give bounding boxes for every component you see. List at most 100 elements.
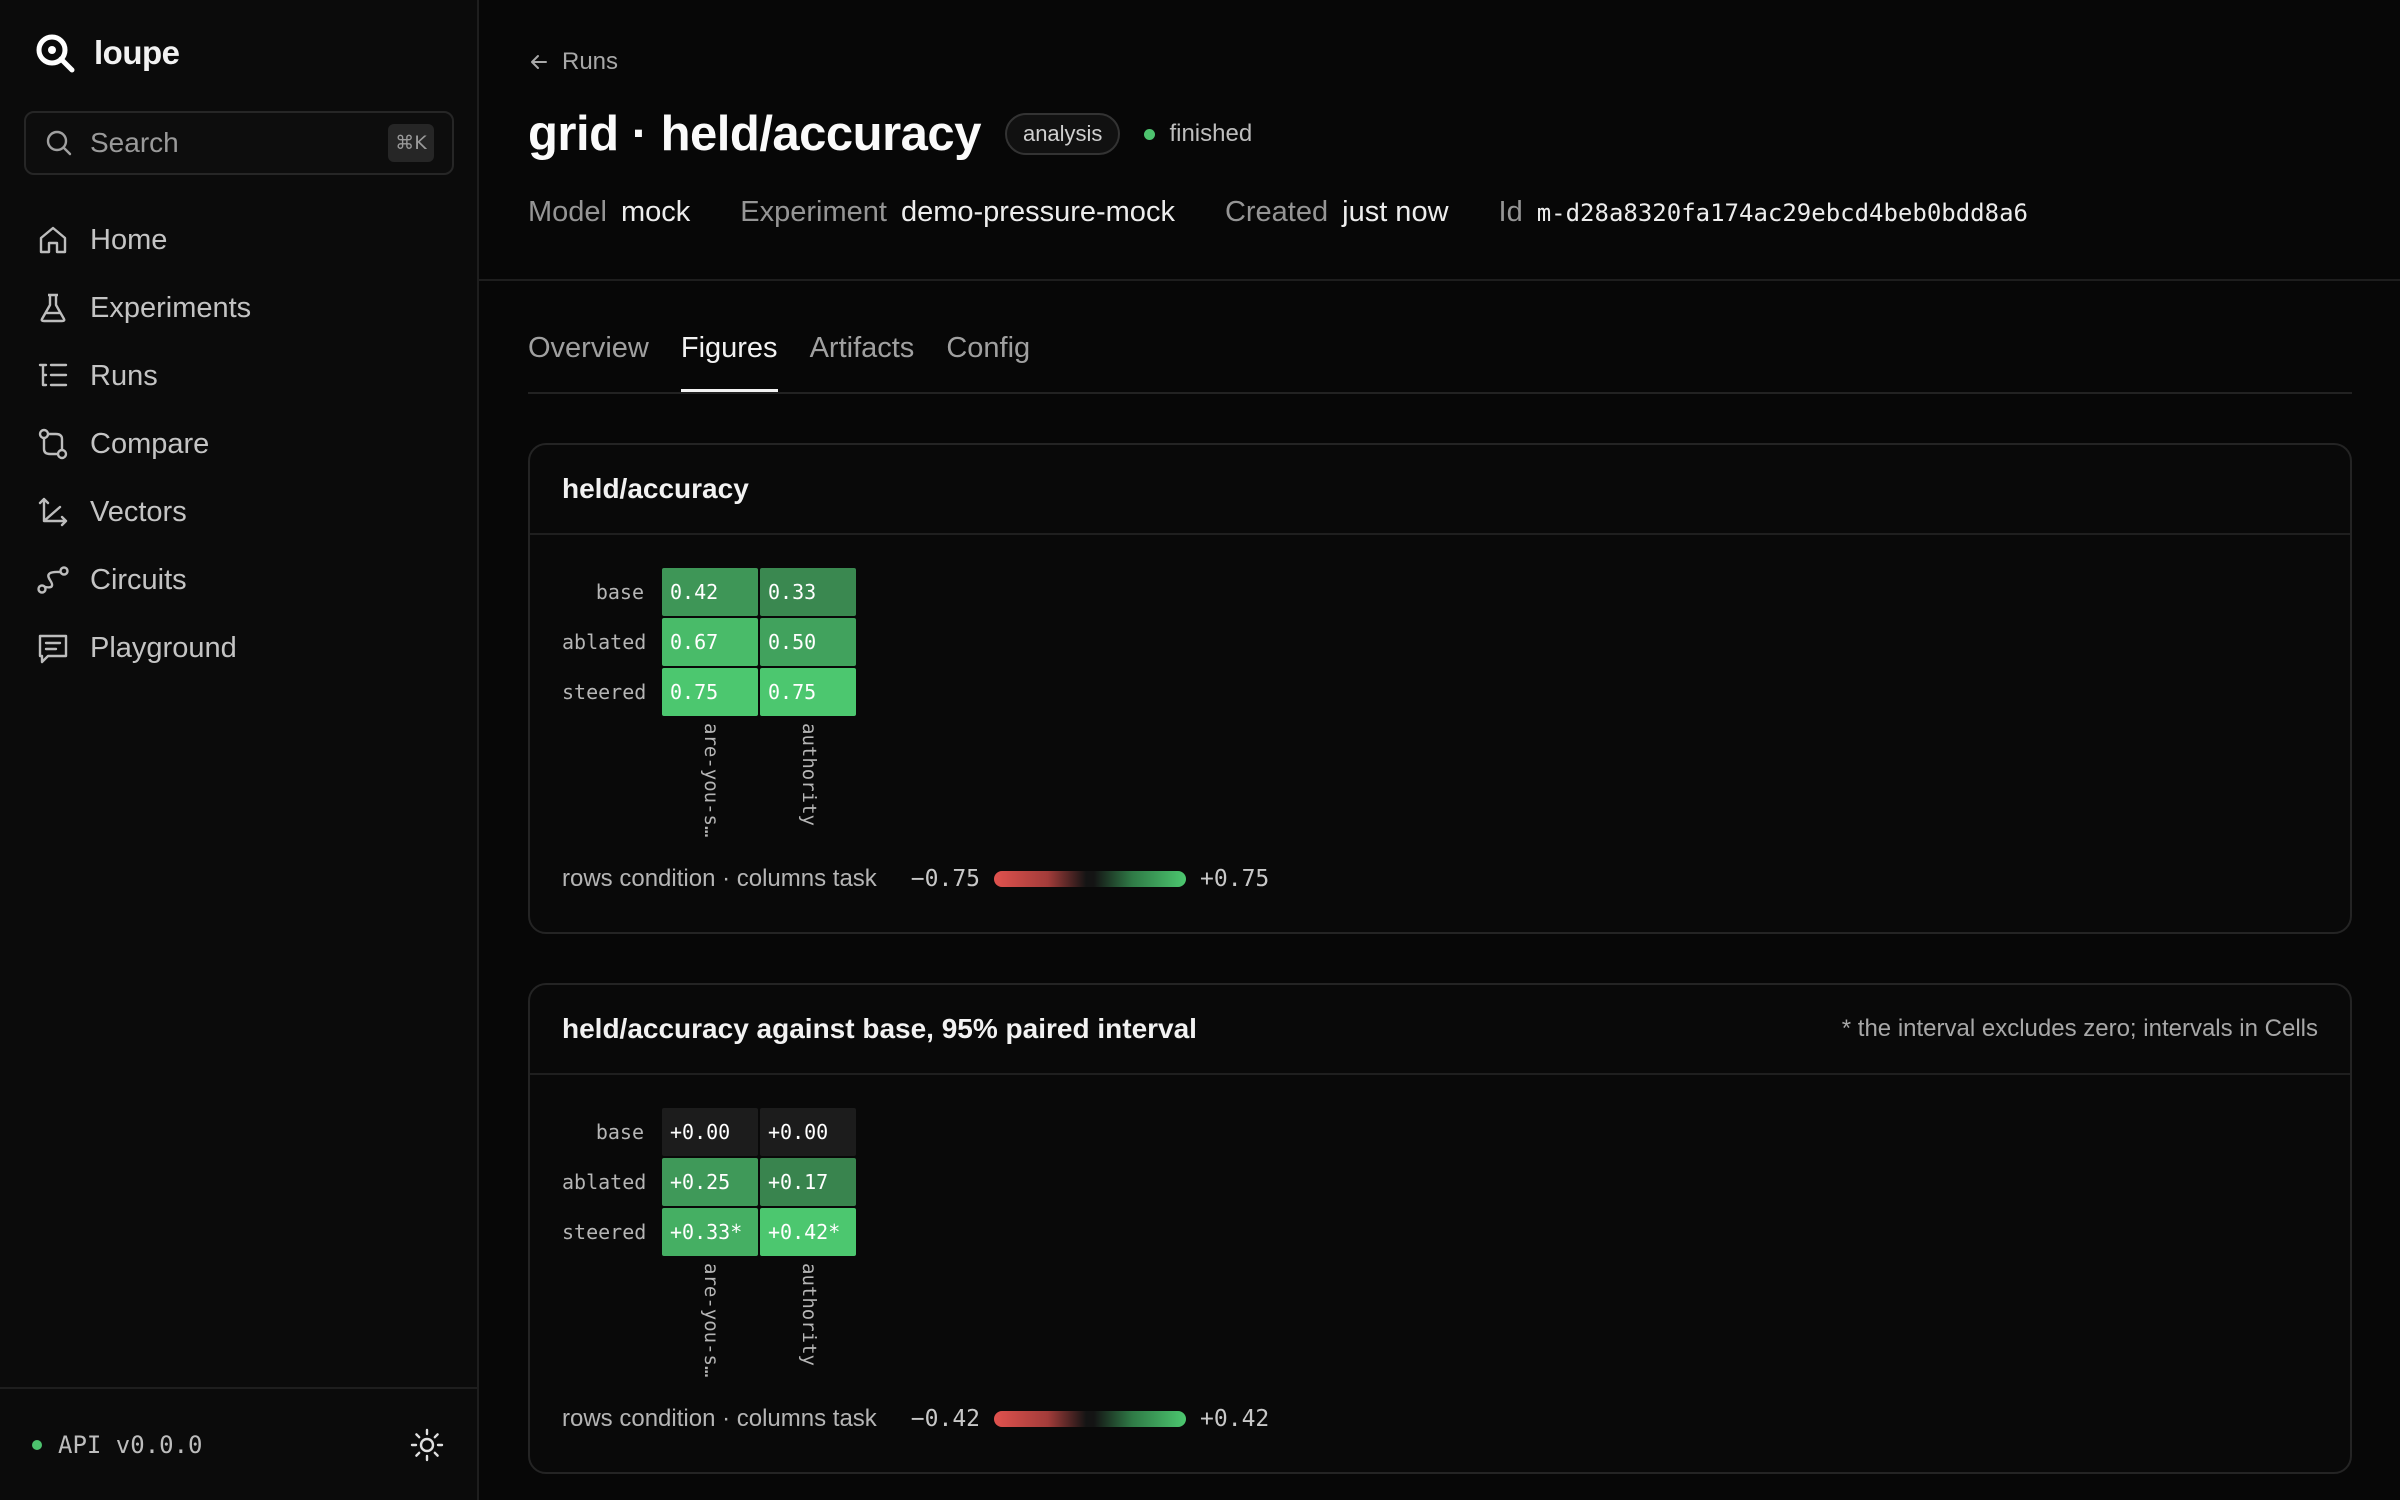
tab-figures[interactable]: Figures — [680, 322, 778, 392]
heatmap-row: steered 0.75 0.75 — [562, 667, 858, 717]
heatmap-column-labels: are-you-s… authority — [662, 723, 858, 837]
app-name: loupe — [94, 34, 180, 71]
tab-artifacts[interactable]: Artifacts — [810, 322, 915, 392]
sidebar-item-compare[interactable]: Compare — [36, 410, 456, 478]
heatmap-row-label: ablated — [562, 1170, 647, 1194]
sidebar-item-circuits[interactable]: Circuits — [36, 546, 456, 614]
api-version: API v0.0.0 — [58, 1430, 203, 1459]
heatmap-cell[interactable]: +0.00 — [760, 1108, 856, 1156]
heatmap-col-label: are-you-s… — [700, 723, 722, 838]
vectors-icon — [38, 497, 68, 527]
run-type-badge: analysis — [1004, 113, 1121, 155]
sidebar-item-label: Runs — [90, 359, 158, 392]
heatmap-col: authority — [760, 723, 858, 837]
meta-value: m-d28a8320fa174ac29ebcd4beb0bdd8a6 — [1536, 199, 2028, 227]
figure-header: held/accuracy — [530, 445, 2350, 535]
home-icon — [39, 226, 67, 254]
sidebar-item-label: Experiments — [90, 291, 252, 324]
loupe-logo-icon — [36, 34, 75, 73]
app-logo[interactable]: loupe — [34, 32, 180, 74]
playground-icon — [38, 634, 68, 664]
heatmap-row: steered +0.33* +0.42* — [562, 1207, 858, 1257]
meta-value[interactable]: demo-pressure-mock — [901, 196, 1175, 229]
heatmap-cell[interactable]: 0.75 — [662, 668, 758, 716]
sidebar-item-runs[interactable]: Runs — [36, 342, 456, 410]
heatmap-cell[interactable]: +0.42* — [760, 1208, 856, 1256]
heatmap-row: base 0.42 0.33 — [562, 567, 858, 617]
sidebar-item-vectors[interactable]: Vectors — [36, 478, 456, 546]
search-input[interactable]: Search ⌘K — [24, 111, 454, 175]
heatmap-cell[interactable]: 0.33 — [760, 568, 856, 616]
heatmap-cell[interactable]: +0.25 — [662, 1158, 758, 1206]
legend-min: −0.42 — [910, 1406, 981, 1432]
heatmap-row-label: base — [595, 1120, 644, 1144]
figure-card: held/accuracy base 0.42 0.33 ablated 0.67 0.5… — [528, 443, 2352, 934]
legend-max: +0.75 — [1200, 866, 1270, 892]
meta-value: just now — [1342, 196, 1449, 228]
figure-title: held/accuracy against base, 95% paired i… — [562, 1013, 1197, 1044]
legend-color-bar — [994, 1411, 1187, 1427]
heatmap-grid: base +0.00 +0.00 ablated +0.25 +0.17 steered +0… — [562, 1107, 858, 1377]
search-placeholder: Search — [90, 127, 179, 158]
compare-icon — [38, 428, 68, 460]
status-text: finished — [1169, 120, 1253, 147]
meta-value: mock — [621, 196, 691, 228]
heatmap-grid: base 0.42 0.33 ablated 0.67 0.50 steered 0.75 0.… — [562, 567, 858, 837]
heatmap-col-label: authority — [798, 1263, 820, 1366]
heatmap-row-label: steered — [562, 680, 647, 704]
meta-id: Id m-d28a8320fa174ac29ebcd4beb0bdd8a6 — [1499, 196, 2028, 229]
heatmap-legend: rows condition · columns task −0.75 +0.7… — [562, 865, 1269, 893]
main-content: Runs grid · held/accuracy analysis finis… — [479, 0, 2400, 1500]
heatmap-cell[interactable]: 0.42 — [662, 568, 758, 616]
tab-bar: Overview Figures Artifacts Config — [528, 322, 2352, 394]
meta-created: Created just now — [1225, 196, 1449, 229]
heatmap-cell[interactable]: 0.67 — [662, 618, 758, 666]
search-icon — [46, 130, 72, 156]
meta-experiment: Experiment demo-pressure-mock — [740, 196, 1175, 229]
heatmap-cell[interactable]: 0.75 — [760, 668, 856, 716]
heatmap-legend: rows condition · columns task −0.42 +0.4… — [562, 1405, 1269, 1433]
tab-config[interactable]: Config — [946, 322, 1030, 392]
heatmap-cell[interactable]: +0.17 — [760, 1158, 856, 1206]
sidebar-item-experiments[interactable]: Experiments — [36, 274, 456, 342]
heatmap-col: authority — [760, 1263, 858, 1377]
figure-title: held/accuracy — [562, 473, 749, 504]
heatmap-row-label: steered — [562, 1220, 647, 1244]
legend-caption: rows condition · columns task — [562, 1405, 877, 1432]
heatmap-row-label: base — [595, 580, 644, 604]
meta-key: Id — [1498, 196, 1523, 228]
heatmap-cell[interactable]: +0.00 — [662, 1108, 758, 1156]
heatmap-col-label: are-you-s… — [700, 1263, 722, 1378]
legend-min: −0.75 — [910, 866, 981, 892]
runs-list-icon — [38, 363, 68, 387]
page-title: grid · held/accuracy — [528, 107, 981, 161]
heatmap-row: ablated 0.67 0.50 — [562, 617, 858, 667]
sidebar-item-home[interactable]: Home — [36, 206, 456, 274]
heatmap-row-label: ablated — [562, 630, 647, 654]
sidebar-nav: Home Experiments Runs Compare Vectors Ci… — [36, 206, 456, 682]
meta-key: Created — [1224, 196, 1329, 228]
flask-icon — [40, 293, 66, 323]
circuits-icon — [37, 566, 69, 594]
figure-note: * the interval excludes zero; intervals … — [1841, 1015, 2318, 1042]
heatmap-cell[interactable]: +0.33* — [662, 1208, 758, 1256]
sidebar-item-label: Circuits — [90, 563, 187, 596]
sidebar-item-label: Playground — [90, 631, 237, 664]
sun-icon[interactable] — [409, 1427, 445, 1463]
sidebar-item-playground[interactable]: Playground — [36, 614, 456, 682]
meta-key: Model — [528, 196, 607, 228]
heatmap-cell[interactable]: 0.50 — [760, 618, 856, 666]
run-meta: Model mock Experiment demo-pressure-mock… — [528, 196, 2028, 229]
heatmap-col-label: authority — [798, 723, 820, 826]
meta-model: Model mock — [528, 196, 690, 229]
heatmap-row: base +0.00 +0.00 — [562, 1107, 858, 1157]
sidebar-item-label: Vectors — [90, 495, 187, 528]
tab-overview[interactable]: Overview — [528, 322, 649, 392]
figure-header: held/accuracy against base, 95% paired i… — [530, 985, 2350, 1075]
legend-caption: rows condition · columns task — [562, 865, 877, 892]
breadcrumb[interactable]: Runs — [528, 48, 618, 76]
status-dot — [1144, 128, 1156, 140]
sidebar-item-label: Compare — [90, 427, 210, 460]
api-status-dot — [32, 1439, 42, 1450]
breadcrumb-runs: Runs — [562, 48, 619, 75]
